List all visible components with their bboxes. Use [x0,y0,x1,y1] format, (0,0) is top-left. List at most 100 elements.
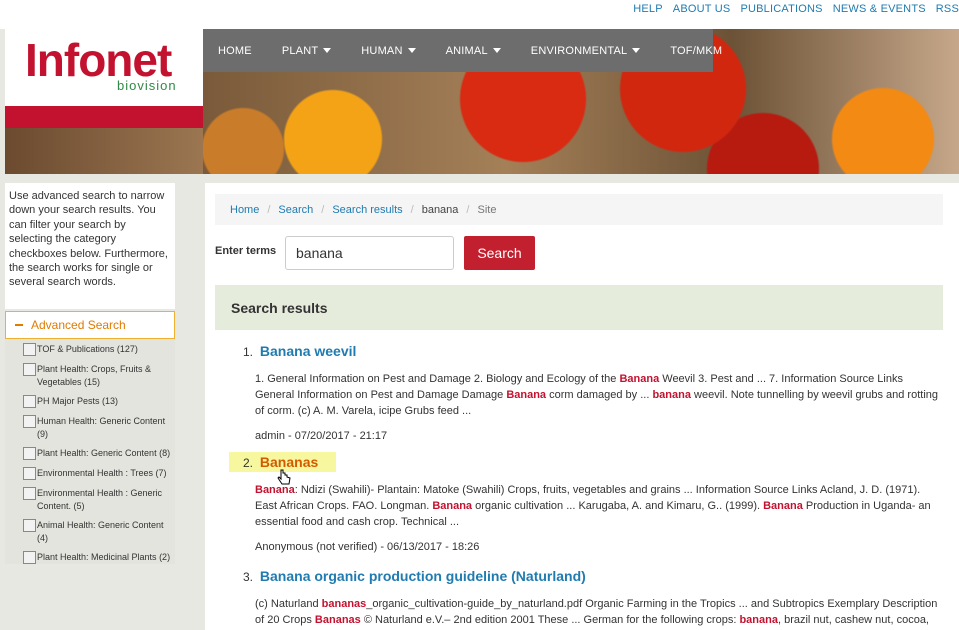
result-number: 2. [243,456,254,470]
facet-label: Plant Health: Generic Content (8) [37,448,171,458]
main-nav: HOME PLANT HUMAN ANIMAL ENVIRONMENTAL TO… [203,29,722,72]
sidebar-intro: Use advanced search to narrow down your … [5,183,175,309]
snippet-highlight: bananas [321,598,367,610]
facet-checkbox[interactable] [23,343,36,356]
publications-link[interactable]: PUBLICATIONS [740,3,822,15]
caret-down-icon [632,48,641,53]
breadcrumb-site: Site [477,203,497,216]
facet-item[interactable]: Plant Health: Medicinal Plants (2) [23,551,175,564]
result-link[interactable]: Banana weevil [260,343,357,359]
results-heading: Search results [215,285,943,330]
snippet-highlight: Banana [763,500,803,512]
facet-checkbox[interactable] [23,487,36,500]
result-title: 3. Banana organic production guideline (… [243,568,943,584]
sidebar: Use advanced search to narrow down your … [5,183,175,625]
breadcrumb-search-results[interactable]: Search results [332,204,402,216]
snippet-highlight: Banana [506,389,547,401]
breadcrumb-home[interactable]: Home [230,204,259,216]
result-title: 2. Bananas [229,452,943,472]
caret-down-icon [407,48,416,53]
advanced-search-toggle[interactable]: Advanced Search [5,311,175,339]
nav-tof-mkm[interactable]: TOF/MKM [655,29,737,72]
facet-checkbox[interactable] [23,363,36,376]
facet-item[interactable]: PH Major Pests (13) [23,395,175,408]
nav-plant[interactable]: PLANT [267,29,346,72]
nav-animal[interactable]: ANIMAL [431,29,516,72]
caret-down-icon [323,48,332,53]
logo-red-bar [5,106,203,128]
facet-label: Plant Health: Crops, Fruits & Vegetables… [37,364,152,387]
breadcrumb-separator: / [267,203,271,216]
about-us-link[interactable]: ABOUT US [673,3,731,15]
news-events-link[interactable]: NEWS & EVENTS [833,3,926,15]
enter-terms-label: Enter terms [215,245,277,257]
facet-label: TOF & Publications (127) [37,344,138,354]
snippet-highlight: Banana [619,373,660,385]
rss-link[interactable]: RSS [936,3,959,15]
facet-label: Environmental Health : Trees (7) [37,468,167,478]
facet-checkbox[interactable] [23,467,36,480]
snippet-text: (c) Naturland [255,598,322,610]
result-link[interactable]: Bananas [260,454,318,470]
result-number: 1. [243,345,254,359]
minus-icon [15,324,23,326]
result-link[interactable]: Banana organic production guideline (Nat… [260,568,586,584]
result-snippet: (c) Naturland bananas_organic_cultivatio… [243,596,943,628]
result-meta: admin - 07/20/2017 - 21:17 [255,430,388,442]
result-item: 2. Bananas Banana: Ndizi (Swahili)- Plan… [229,452,943,553]
nav-animal-label: ANIMAL [445,44,488,57]
nav-human-label: HUMAN [361,44,403,57]
result-meta: Anonymous (not verified) - 06/13/2017 - … [255,541,480,553]
result-item: 3. Banana organic production guideline (… [243,568,943,628]
main-content: Home / Search / Search results / banana … [205,183,959,630]
facet-item[interactable]: Animal Health: Generic Content (4) [23,519,175,544]
facet-item[interactable]: TOF & Publications (127) [23,343,175,356]
snippet-text: 1. General Information on Pest and Damag… [255,373,620,385]
breadcrumb-separator: / [410,203,414,216]
facet-checkbox[interactable] [23,551,36,564]
search-input[interactable] [285,236,454,270]
facet-item[interactable]: Environmental Health : Trees (7) [23,467,175,480]
breadcrumb-term: banana [421,203,459,216]
facet-checkbox[interactable] [23,415,36,428]
top-links: HELP ABOUT US PUBLICATIONS NEWS & EVENTS… [623,3,959,15]
snippet-text: , brazil nut, cashew nut, cocoa, [777,614,929,626]
facet-label: Environmental Health : Generic Content. … [37,488,163,511]
search-button[interactable]: Search [464,236,535,270]
result-snippet: Banana: Ndizi (Swahili)- Plantain: Matok… [243,482,943,530]
help-link[interactable]: HELP [633,3,663,15]
breadcrumb-separator: / [466,203,470,216]
nav-tof-mkm-label: TOF/MKM [670,44,723,57]
advanced-search-label: Advanced Search [31,318,126,332]
snippet-text: © Naturland e.V.– 2nd edition 2001 These… [360,614,740,626]
result-title: 1. Banana weevil [243,343,943,359]
facet-item[interactable]: Plant Health: Generic Content (8) [23,447,175,460]
facet-label: PH Major Pests (13) [37,396,119,406]
facet-checkbox[interactable] [23,447,36,460]
nav-environmental-label: ENVIRONMENTAL [530,44,628,57]
facet-checkbox[interactable] [23,395,36,408]
hero-image-left [5,128,203,174]
snippet-text: organic cultivation ... Karugaba, A. and… [472,500,764,512]
facet-item[interactable]: Plant Health: Crops, Fruits & Vegetables… [23,363,175,388]
nav-home[interactable]: HOME [203,29,267,72]
facet-item[interactable]: Environmental Health : Generic Content. … [23,487,175,512]
snippet-highlight: Banana [432,500,473,512]
breadcrumb-separator: / [321,203,325,216]
nav-human[interactable]: HUMAN [346,29,430,72]
facet-list: TOF & Publications (127) Plant Health: C… [5,339,175,564]
breadcrumb: Home / Search / Search results / banana … [215,194,943,225]
breadcrumb-search[interactable]: Search [278,204,313,216]
facet-label: Animal Health: Generic Content (4) [37,520,164,543]
snippet-text: corm damaged by ... [546,389,653,401]
logo-sub-text: biovision [117,78,177,93]
top-bar: HELP ABOUT US PUBLICATIONS NEWS & EVENTS… [0,0,959,29]
result-snippet: 1. General Information on Pest and Damag… [243,371,943,419]
nav-environmental[interactable]: ENVIRONMENTAL [516,29,656,72]
result-number: 3. [243,570,254,584]
facet-item[interactable]: Human Health: Generic Content (9) [23,415,175,440]
nav-plant-label: PLANT [281,44,319,57]
facet-checkbox[interactable] [23,519,36,532]
snippet-highlight: banana [652,389,691,401]
caret-down-icon [492,48,501,53]
